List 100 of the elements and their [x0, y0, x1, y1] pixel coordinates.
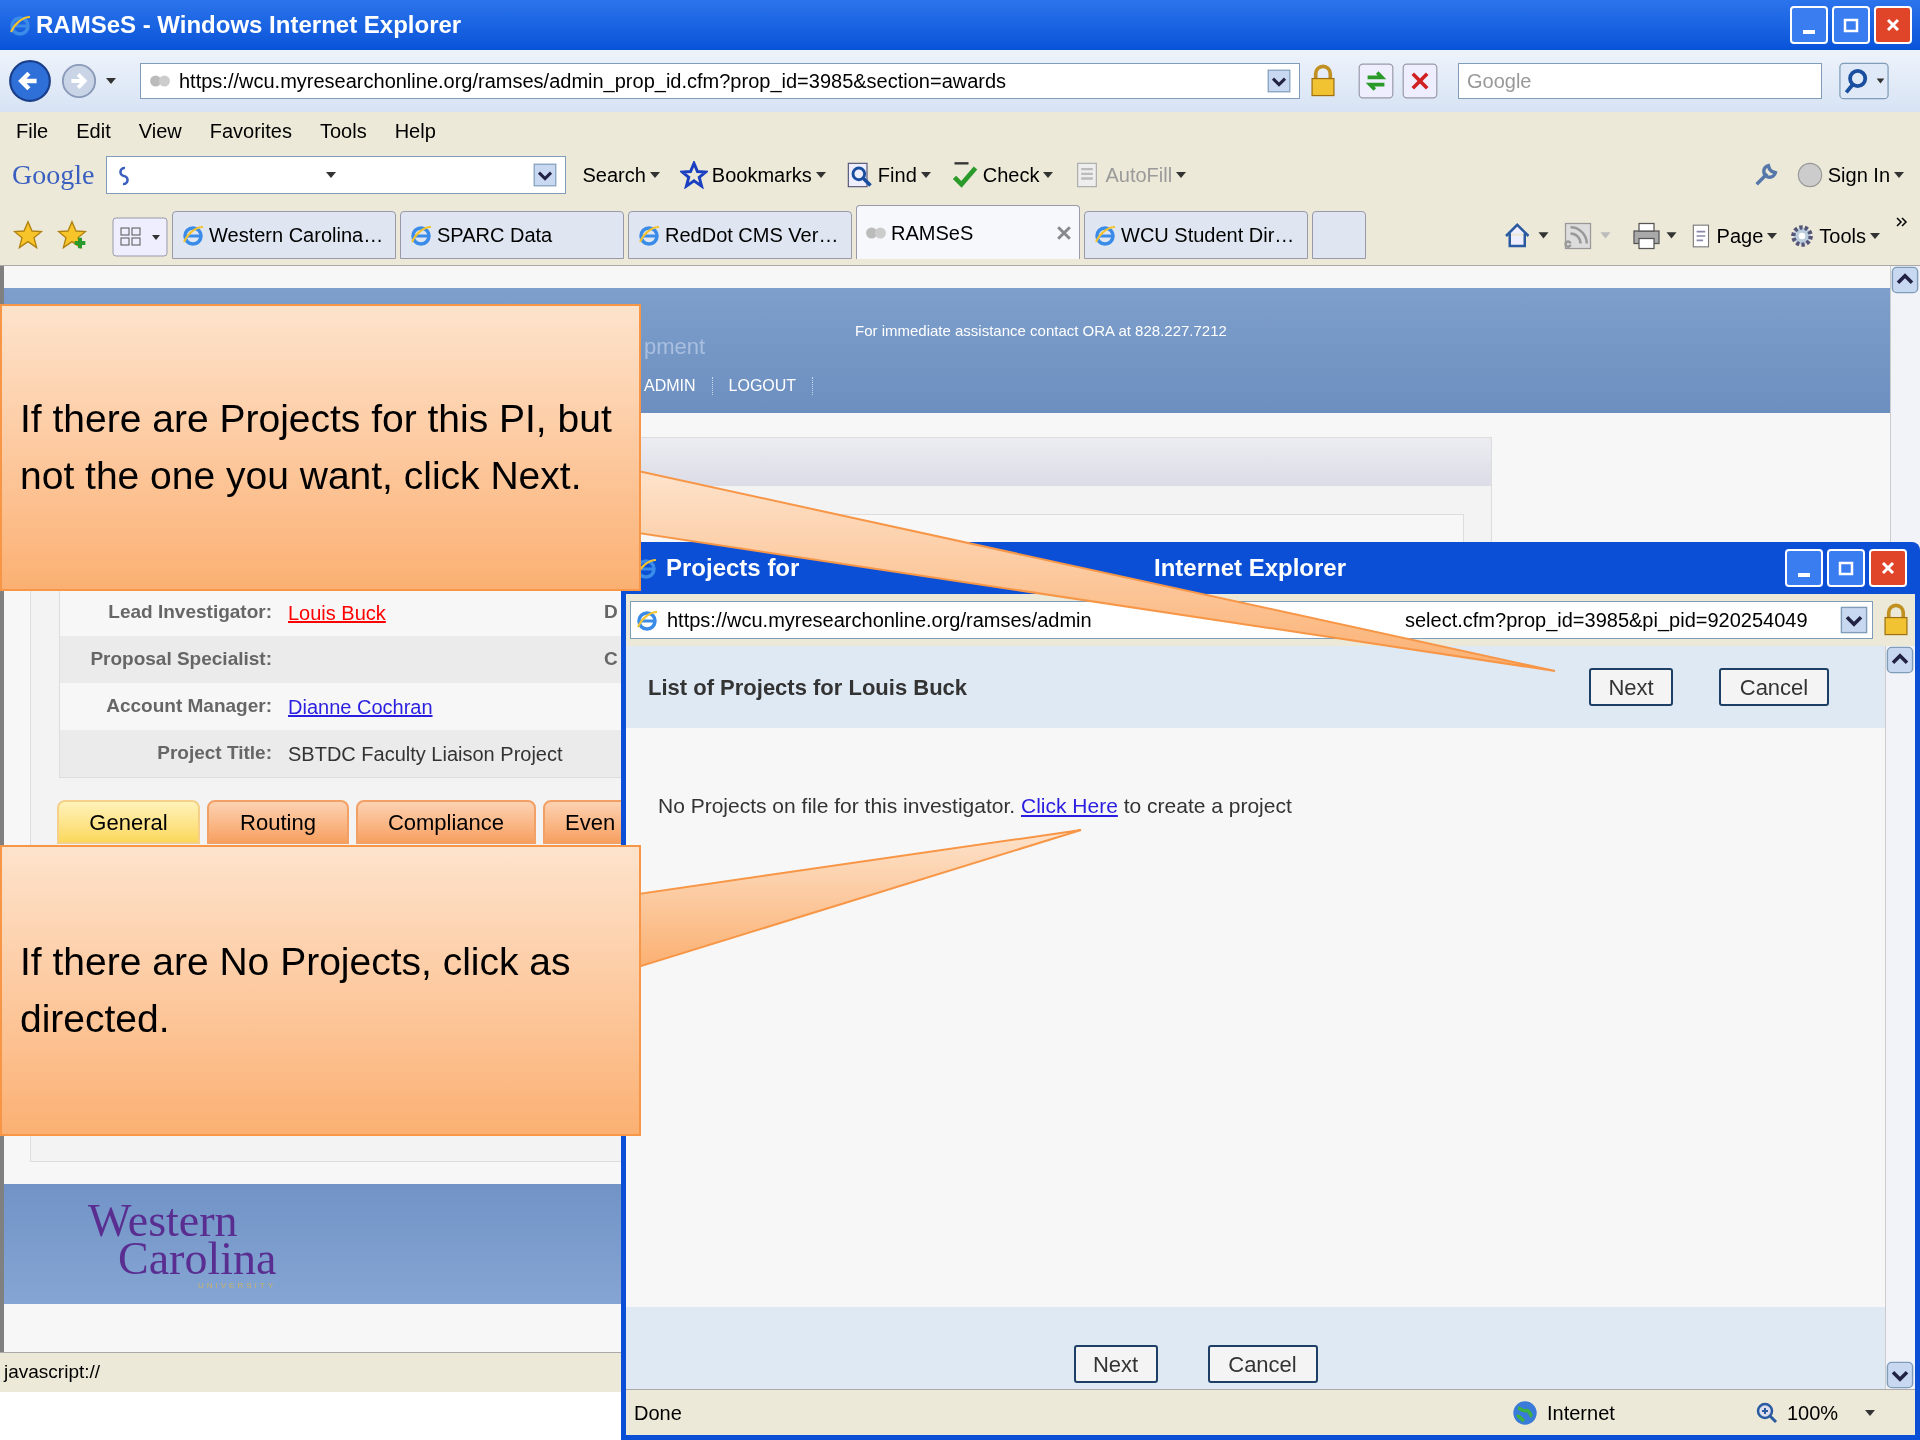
browser-tab[interactable]: SPARC Data: [400, 211, 624, 259]
toolbar-bookmarks-button[interactable]: Bookmarks: [675, 160, 830, 190]
maximize-icon: [1838, 560, 1854, 576]
close-button[interactable]: [1869, 549, 1907, 587]
dropdown-button[interactable]: [1840, 606, 1868, 634]
command-menu-button[interactable]: Page: [1690, 221, 1778, 251]
page-icon: [149, 73, 171, 89]
dialog-button[interactable]: Next: [1073, 1345, 1158, 1383]
dropdown-button[interactable]: [533, 163, 558, 187]
toolbar-search-field[interactable]: [106, 156, 567, 194]
refresh-button[interactable]: [1358, 63, 1394, 99]
browser-tab[interactable]: RAMSeS: [856, 205, 1080, 259]
lock-icon: [1881, 603, 1911, 637]
dialog-button[interactable]: Cancel: [1719, 668, 1829, 706]
dialog-button[interactable]: Next: [1589, 668, 1673, 706]
zoom-level[interactable]: 100%: [1787, 1397, 1857, 1428]
zoom-icon[interactable]: [1755, 1400, 1779, 1425]
menu-item[interactable]: Help: [394, 116, 436, 146]
toolbar-signin-button[interactable]: Sign In: [1791, 160, 1908, 190]
quick-tabs-button[interactable]: [112, 215, 168, 259]
new-tab-button[interactable]: [1312, 211, 1366, 259]
circle-icon: [1795, 161, 1824, 189]
url-text: select.cfm?prop_id=3985&pi_pid=920254049: [1405, 608, 1809, 634]
minimize-button[interactable]: [1790, 6, 1828, 44]
browser-tab[interactable]: RedDot CMS Ver…: [628, 211, 852, 259]
favorites-star-icon[interactable]: [12, 219, 44, 251]
zone-label: Internet: [1547, 1400, 1616, 1426]
toolbar-find-button[interactable]: Find: [841, 160, 935, 190]
star-icon: [679, 161, 708, 189]
forward-button[interactable]: [60, 62, 98, 100]
globe-icon: [1511, 1398, 1539, 1427]
toolbar-search-button[interactable]: Search: [578, 160, 664, 190]
close-icon: [1885, 17, 1901, 33]
checkmark-icon: [950, 161, 979, 189]
overflow-chevron-icon[interactable]: [1896, 217, 1908, 227]
close-tab-icon[interactable]: [1057, 225, 1071, 240]
lock-icon: [1308, 64, 1338, 98]
status-text: javascript://: [4, 1360, 101, 1385]
browser-tab[interactable]: Western Carolina…: [172, 211, 396, 259]
callout-text: If there are Projects for this PI, but not the one you want, click Next.: [20, 395, 613, 499]
magnifier-icon: [845, 161, 874, 189]
gear-icon: [1789, 223, 1816, 249]
add-favorite-icon[interactable]: [56, 219, 88, 251]
university-logo: Western Carolina UNIVERSITY: [88, 1198, 277, 1290]
url-text: https://wcu.myresearchonline.org/ramses/admin: [667, 608, 1092, 633]
browser-logo-icon: [635, 608, 659, 632]
minimize-icon: [1798, 573, 1810, 577]
minimize-icon: [1803, 30, 1815, 34]
field-label: Account Manager:: [105, 694, 273, 719]
address-field[interactable]: https://wcu.myresearchonline.org/ramses/admin_prop_id.cfm?prop_id=3985&section=awards: [140, 63, 1300, 99]
page-tab[interactable]: Routing: [207, 800, 349, 844]
page-tab[interactable]: Compliance: [356, 800, 536, 844]
create-project-link[interactable]: Click Here: [1021, 794, 1118, 817]
field-value: SBTDC Faculty Liaison Project: [288, 741, 564, 767]
browser-tab[interactable]: WCU Student Dir…: [1084, 211, 1308, 259]
field-label: C: [604, 647, 618, 672]
browser-logo-icon: [1093, 223, 1117, 247]
page-tab[interactable]: General: [57, 800, 200, 844]
callout-text: If there are No Projects, click as directed.: [20, 938, 572, 1042]
status-text: Done: [634, 1400, 683, 1426]
menu-item[interactable]: Tools: [319, 116, 367, 146]
back-button[interactable]: [8, 59, 52, 103]
field-link[interactable]: Dianne Cochran: [288, 691, 604, 722]
search-button[interactable]: [1838, 62, 1890, 100]
field-label: Project Title:: [156, 741, 273, 766]
dropdown-button[interactable]: [1267, 69, 1291, 93]
menu-item[interactable]: View: [138, 116, 182, 146]
browser-logo-icon: [409, 223, 433, 247]
empty-state-message: No Projects on file for this investigator. Click Here to create a project: [658, 793, 1293, 819]
google-logo: Google: [12, 158, 95, 192]
menu-item[interactable]: Edit: [76, 116, 111, 146]
browser-logo-icon: [181, 223, 205, 247]
window-title: Projects for: [666, 553, 800, 583]
close-icon: [1880, 560, 1896, 576]
maximize-icon: [1843, 17, 1859, 33]
dialog-heading: List of Projects for Louis Buck: [648, 673, 969, 702]
menu-item[interactable]: File: [16, 116, 49, 146]
scroll-up-button[interactable]: [1886, 646, 1914, 674]
menu-item[interactable]: Favorites: [209, 116, 292, 146]
browser-logo-icon: [8, 13, 32, 37]
browser-logo-icon: [637, 223, 661, 247]
minimize-button[interactable]: [1785, 549, 1823, 587]
maximize-button[interactable]: [1827, 549, 1865, 587]
scroll-up-button[interactable]: [1891, 266, 1919, 294]
field-link[interactable]: Louis Buck: [288, 597, 604, 628]
address-field[interactable]: https://wcu.myresearchonline.org/ramses/admin select.cfm?prop_id=3985&pi_pid=920254049: [630, 601, 1873, 639]
maximize-button[interactable]: [1832, 6, 1870, 44]
command-menu-button[interactable]: Tools: [1789, 221, 1880, 251]
stop-button[interactable]: [1402, 63, 1438, 99]
scroll-down-button[interactable]: [1886, 1361, 1914, 1389]
field-label: D: [604, 600, 618, 625]
window-title: Internet Explorer: [1154, 553, 1348, 583]
toolbar-check-button[interactable]: Check: [946, 160, 1058, 190]
window-title: RAMSeS - Windows Internet Explorer: [36, 10, 463, 40]
feed-icon[interactable]: [1562, 221, 1613, 251]
assistance-notice: For immediate assistance contact ORA at 828.227.7212: [855, 321, 1227, 341]
vertical-scrollbar[interactable]: [1885, 646, 1915, 1389]
search-field[interactable]: Google: [1458, 63, 1822, 99]
dialog-button[interactable]: Cancel: [1207, 1345, 1318, 1383]
close-button[interactable]: [1874, 6, 1912, 44]
